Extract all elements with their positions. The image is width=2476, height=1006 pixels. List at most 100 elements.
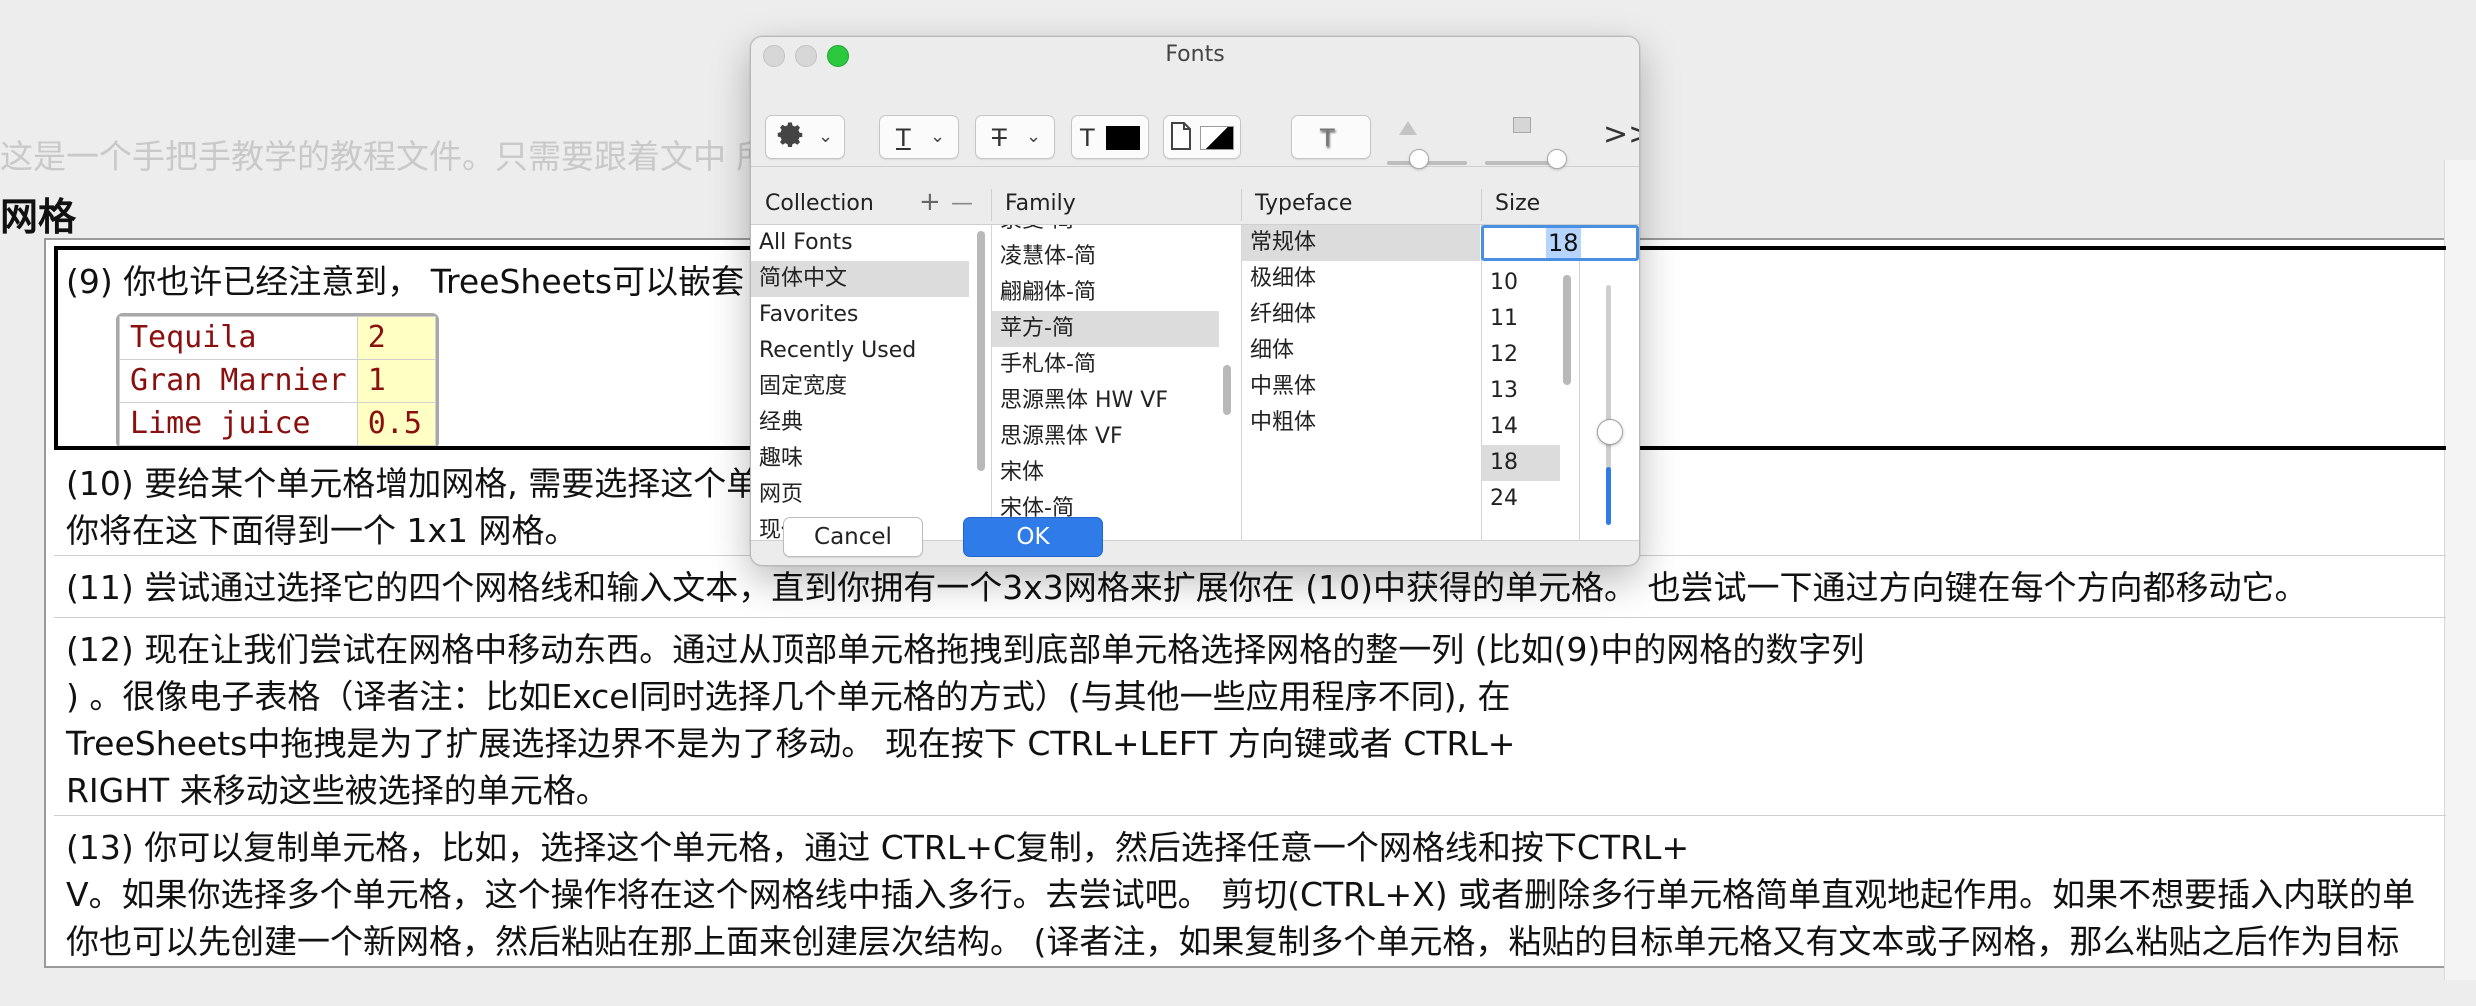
cell-13-line-1: (13) 你可以复制单元格，比如，选择这个单元格，通过 CTRL+C复制，然后选… xyxy=(66,828,1690,867)
list-item[interactable]: 24 xyxy=(1482,481,1560,517)
text-shadow-button[interactable]: T xyxy=(1291,115,1371,159)
grid-cell-12[interactable]: (12) 现在让我们尝试在网格中移动东西。通过从顶部单元格拖拽到底部单元格选择网… xyxy=(54,620,2446,816)
table-row[interactable]: Gran Marnier 1 xyxy=(119,359,436,403)
list-item[interactable]: 固定宽度 xyxy=(751,369,969,405)
vertical-scrollbar[interactable] xyxy=(2444,160,2476,980)
cell-13-line-3: 你也可以先创建一个新网格，然后粘贴在那上面来创建层次结构。 (译者注，如果复制多… xyxy=(66,922,2400,961)
list-item[interactable]: 思源黑体 VF xyxy=(992,419,1219,455)
action-menu-button[interactable]: ⌄ xyxy=(765,115,845,159)
text-color-button[interactable]: T xyxy=(1071,115,1149,159)
size-input-value: 18 xyxy=(1546,228,1581,258)
list-item[interactable]: 极细体 xyxy=(1242,261,1480,297)
list-item[interactable]: 手札体-简 xyxy=(992,347,1219,383)
list-item[interactable]: 趣味 xyxy=(751,441,969,477)
ok-button[interactable]: OK xyxy=(963,517,1103,557)
subgrid-value-cell[interactable]: 2 xyxy=(356,316,436,360)
chevron-down-icon: ⌄ xyxy=(930,126,946,147)
cancel-button[interactable]: Cancel xyxy=(783,517,923,557)
family-list[interactable]: 隶变-简 凌慧体-简 翩翩体-简 苹方-简 手札体-简 思源黑体 HW VF 思… xyxy=(992,225,1219,540)
size-slider-knob[interactable] xyxy=(1597,419,1623,445)
nested-grid[interactable]: Tequila 2 Gran Marnier 1 Lime juice 0.5 xyxy=(116,313,439,446)
collection-scrollbar[interactable] xyxy=(977,231,985,471)
text-color-icon: T xyxy=(1080,124,1095,152)
list-item[interactable]: 12 xyxy=(1482,337,1560,373)
strikethrough-button[interactable]: T ⌄ xyxy=(975,115,1055,159)
subgrid-value-cell[interactable]: 1 xyxy=(356,359,436,403)
table-row[interactable]: Lime juice 0.5 xyxy=(119,402,436,446)
header-divider xyxy=(1241,189,1242,221)
text-color-swatch xyxy=(1106,126,1140,150)
shadow-blur-icon xyxy=(1513,117,1531,133)
size-slider-fill xyxy=(1606,467,1611,525)
cell-12-line-2: ) 。很像电子表格（译者注：比如Excel同时选择几个单元格的方式）(与其他一些… xyxy=(66,677,1511,716)
list-item[interactable]: 18 xyxy=(1482,445,1560,481)
shadow-icon: T xyxy=(1320,124,1335,152)
cell-11-line-1: (11) 尝试通过选择它的四个网格线和输入文本，直到你拥有一个3x3网格来扩展你… xyxy=(66,568,2308,607)
font-lists: All Fonts 简体中文 Favorites Recently Used 固… xyxy=(751,225,1639,541)
cell-13-line-2: V。如果你选择多个单元格，这个操作将在这个网格线中插入多行。去尝试吧。 剪切(C… xyxy=(66,875,2416,914)
list-item[interactable]: 中黑体 xyxy=(1242,369,1480,405)
list-item[interactable]: 11 xyxy=(1482,301,1560,337)
size-header: Size xyxy=(1495,191,1541,216)
fonts-panel[interactable]: Fonts ⌄ T ⌄ T ⌄ T T > Collection + — Fam… xyxy=(750,36,1640,566)
list-item[interactable]: 思源黑体 HW VF xyxy=(992,383,1219,419)
chevron-down-icon: ⌄ xyxy=(818,126,834,147)
list-item[interactable]: Favorites xyxy=(751,297,969,333)
add-collection-button[interactable]: + xyxy=(919,187,941,217)
list-item[interactable]: 细体 xyxy=(1242,333,1480,369)
list-item[interactable]: 隶变-简 xyxy=(992,225,1219,239)
list-item[interactable]: 10 xyxy=(1482,265,1560,301)
list-item[interactable]: Recently Used xyxy=(751,333,969,369)
underline-button[interactable]: T ⌄ xyxy=(879,115,959,159)
remove-collection-button[interactable]: — xyxy=(951,191,973,216)
cell-12-line-1: (12) 现在让我们尝试在网格中移动东西。通过从顶部单元格拖拽到底部单元格选择网… xyxy=(66,630,1865,669)
section-title: 网格 xyxy=(0,195,77,239)
list-item[interactable]: 凌慧体-简 xyxy=(992,239,1219,275)
strikethrough-icon: T xyxy=(992,124,1007,152)
list-item[interactable]: 简体中文 xyxy=(751,261,969,297)
table-row[interactable]: Tequila 2 xyxy=(119,316,436,360)
document-color-button[interactable] xyxy=(1163,115,1241,159)
header-divider xyxy=(991,189,992,221)
list-item[interactable]: 翩翩体-简 xyxy=(992,275,1219,311)
list-item[interactable]: 宋体 xyxy=(992,455,1219,491)
list-item[interactable]: 14 xyxy=(1482,409,1560,445)
grid-cell-11[interactable]: (11) 尝试通过选择它的四个网格线和输入文本，直到你拥有一个3x3网格来扩展你… xyxy=(54,558,2446,618)
subgrid-name-cell[interactable]: Gran Marnier xyxy=(119,359,358,403)
header-divider xyxy=(1481,189,1482,221)
size-list[interactable]: 9 10 11 12 13 14 18 24 xyxy=(1482,225,1560,540)
chevron-down-icon: ⌄ xyxy=(1026,126,1042,147)
family-scrollbar[interactable] xyxy=(1223,365,1231,415)
list-item[interactable]: 网页 xyxy=(751,477,969,513)
shadow-opacity-icon xyxy=(1399,121,1417,135)
list-item[interactable]: 苹方-简 xyxy=(992,311,1219,347)
document-color-swatch xyxy=(1200,126,1234,150)
size-input[interactable]: 18 xyxy=(1481,225,1639,261)
subgrid-name-cell[interactable]: Lime juice xyxy=(119,402,358,446)
fonts-toolbar: ⌄ T ⌄ T ⌄ T T > xyxy=(751,73,1639,169)
list-item[interactable]: All Fonts xyxy=(751,225,969,261)
title-bar[interactable]: Fonts xyxy=(751,37,1639,71)
collection-header: Collection xyxy=(765,191,874,216)
shadow-blur-knob[interactable] xyxy=(1547,149,1567,169)
shadow-opacity-knob[interactable] xyxy=(1409,149,1429,169)
grid-cell-13[interactable]: (13) 你可以复制单元格，比如，选择这个单元格，通过 CTRL+C复制，然后选… xyxy=(54,818,2446,968)
typeface-list[interactable]: 常规体 极细体 纤细体 细体 中黑体 中粗体 xyxy=(1242,225,1480,540)
collection-list[interactable]: All Fonts 简体中文 Favorites Recently Used 固… xyxy=(751,225,969,540)
family-header: Family xyxy=(1005,191,1076,216)
column-divider xyxy=(1579,225,1580,540)
window-title: Fonts xyxy=(1165,42,1225,67)
list-item[interactable]: 13 xyxy=(1482,373,1560,409)
column-headers: Collection + — Family Typeface Size xyxy=(751,185,1639,225)
toolbar-overflow-button[interactable]: >> xyxy=(1603,117,1639,152)
list-item[interactable]: 中粗体 xyxy=(1242,405,1480,441)
gear-icon xyxy=(776,120,806,156)
subgrid-value-cell[interactable]: 0.5 xyxy=(356,402,436,446)
document-icon xyxy=(1170,122,1192,156)
size-scrollbar[interactable] xyxy=(1563,275,1571,385)
cell-12-line-4: RIGHT 来移动这些被选择的单元格。 xyxy=(66,771,609,810)
list-item[interactable]: 常规体 xyxy=(1242,225,1480,261)
list-item[interactable]: 纤细体 xyxy=(1242,297,1480,333)
subgrid-name-cell[interactable]: Tequila xyxy=(119,316,358,360)
list-item[interactable]: 经典 xyxy=(751,405,969,441)
